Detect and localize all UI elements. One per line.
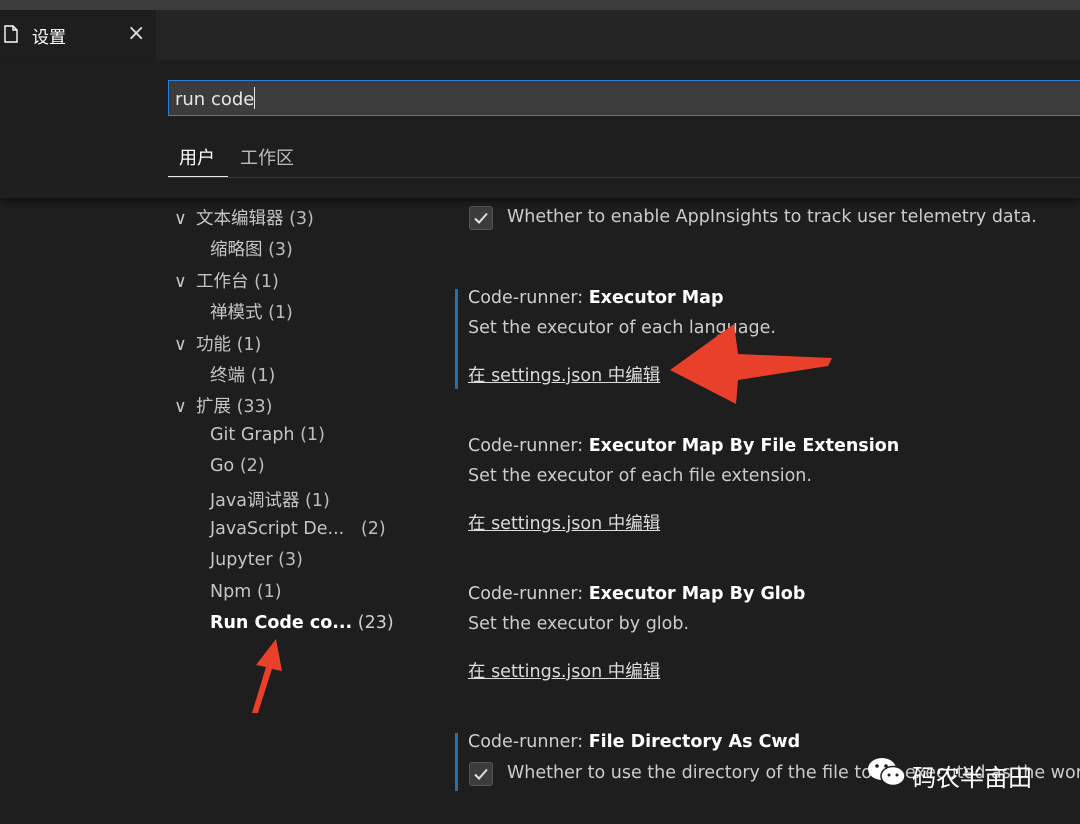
chevron-down-icon: ∨ <box>174 335 187 355</box>
modified-indicator <box>455 289 458 389</box>
toc-item-terminal[interactable]: 终端 (1) <box>210 362 275 387</box>
toc-item-npm[interactable]: Npm (1) <box>210 582 282 602</box>
settings-header: run code 用户 工作区 <box>0 60 1080 198</box>
toc-item-extensions[interactable]: ∨ 扩展 (33) <box>174 393 273 418</box>
checkmark-icon <box>474 212 488 224</box>
title-bar <box>0 0 1080 10</box>
file-icon <box>4 25 18 43</box>
chevron-down-icon: ∨ <box>174 397 187 417</box>
modified-indicator <box>455 733 458 791</box>
tab-title: 设置 <box>32 28 66 48</box>
toc-item-features[interactable]: ∨ 功能 (1) <box>174 331 261 356</box>
telemetry-description: Whether to enable AppInsights to track u… <box>507 207 1037 227</box>
setting-description-executor-map-by-ext: Set the executor of each file extension. <box>468 466 812 486</box>
edit-in-settings-json-link[interactable]: 在 settings.json 中编辑 <box>468 362 660 387</box>
chevron-down-icon: ∨ <box>174 272 187 292</box>
search-input[interactable]: run code <box>168 80 1080 116</box>
annotation-arrow-icon <box>670 324 832 404</box>
toc-item-workbench[interactable]: ∨ 工作台 (1) <box>174 268 279 293</box>
annotation-arrow-icon <box>252 639 282 713</box>
toc-item-go[interactable]: Go (2) <box>210 456 265 476</box>
text-caret <box>254 87 256 109</box>
wechat-logo-icon <box>868 758 906 787</box>
tab-settings[interactable]: 设置 × <box>0 10 156 60</box>
scope-divider <box>168 177 1080 178</box>
toc-item-minimap[interactable]: 缩略图 (3) <box>210 236 293 261</box>
tab-user[interactable]: 用户 <box>179 144 215 170</box>
checkmark-icon <box>474 768 488 780</box>
toc-item-jupyter[interactable]: Jupyter (3) <box>210 550 303 570</box>
close-icon[interactable]: × <box>127 21 145 46</box>
setting-title-executor-map-by-ext: Code-runner: Executor Map By File Extens… <box>468 436 900 456</box>
setting-title-file-directory-as-cwd: Code-runner: File Directory As Cwd <box>468 732 801 752</box>
edit-in-settings-json-link[interactable]: 在 settings.json 中编辑 <box>468 510 660 535</box>
search-value: run code <box>175 89 255 110</box>
setting-title-executor-map: Code-runner: Executor Map <box>468 288 724 308</box>
telemetry-checkbox[interactable] <box>469 206 493 230</box>
chevron-down-icon: ∨ <box>174 209 187 229</box>
file-directory-as-cwd-checkbox[interactable] <box>469 762 493 786</box>
toc-item-git-graph[interactable]: Git Graph (1) <box>210 425 325 445</box>
setting-description-executor-map-by-glob: Set the executor by glob. <box>468 614 690 634</box>
toc-item-javascript-debugger[interactable]: JavaScript De... (2) <box>210 519 386 539</box>
toc-item-java-debugger[interactable]: Java调试器 (1) <box>210 487 330 512</box>
edit-in-settings-json-link[interactable]: 在 settings.json 中编辑 <box>468 658 660 683</box>
tab-workspace[interactable]: 工作区 <box>240 144 294 170</box>
toc-item-text-editor[interactable]: ∨ 文本编辑器 (3) <box>174 205 314 230</box>
toc-item-zen-mode[interactable]: 禅模式 (1) <box>210 299 293 324</box>
tab-strip: 设置 × <box>0 10 1080 60</box>
toc-item-run-code[interactable]: Run Code co... (23) <box>210 613 394 633</box>
setting-title-executor-map-by-glob: Code-runner: Executor Map By Glob <box>468 584 806 604</box>
watermark-text: 码农半亩田 <box>912 764 1032 792</box>
